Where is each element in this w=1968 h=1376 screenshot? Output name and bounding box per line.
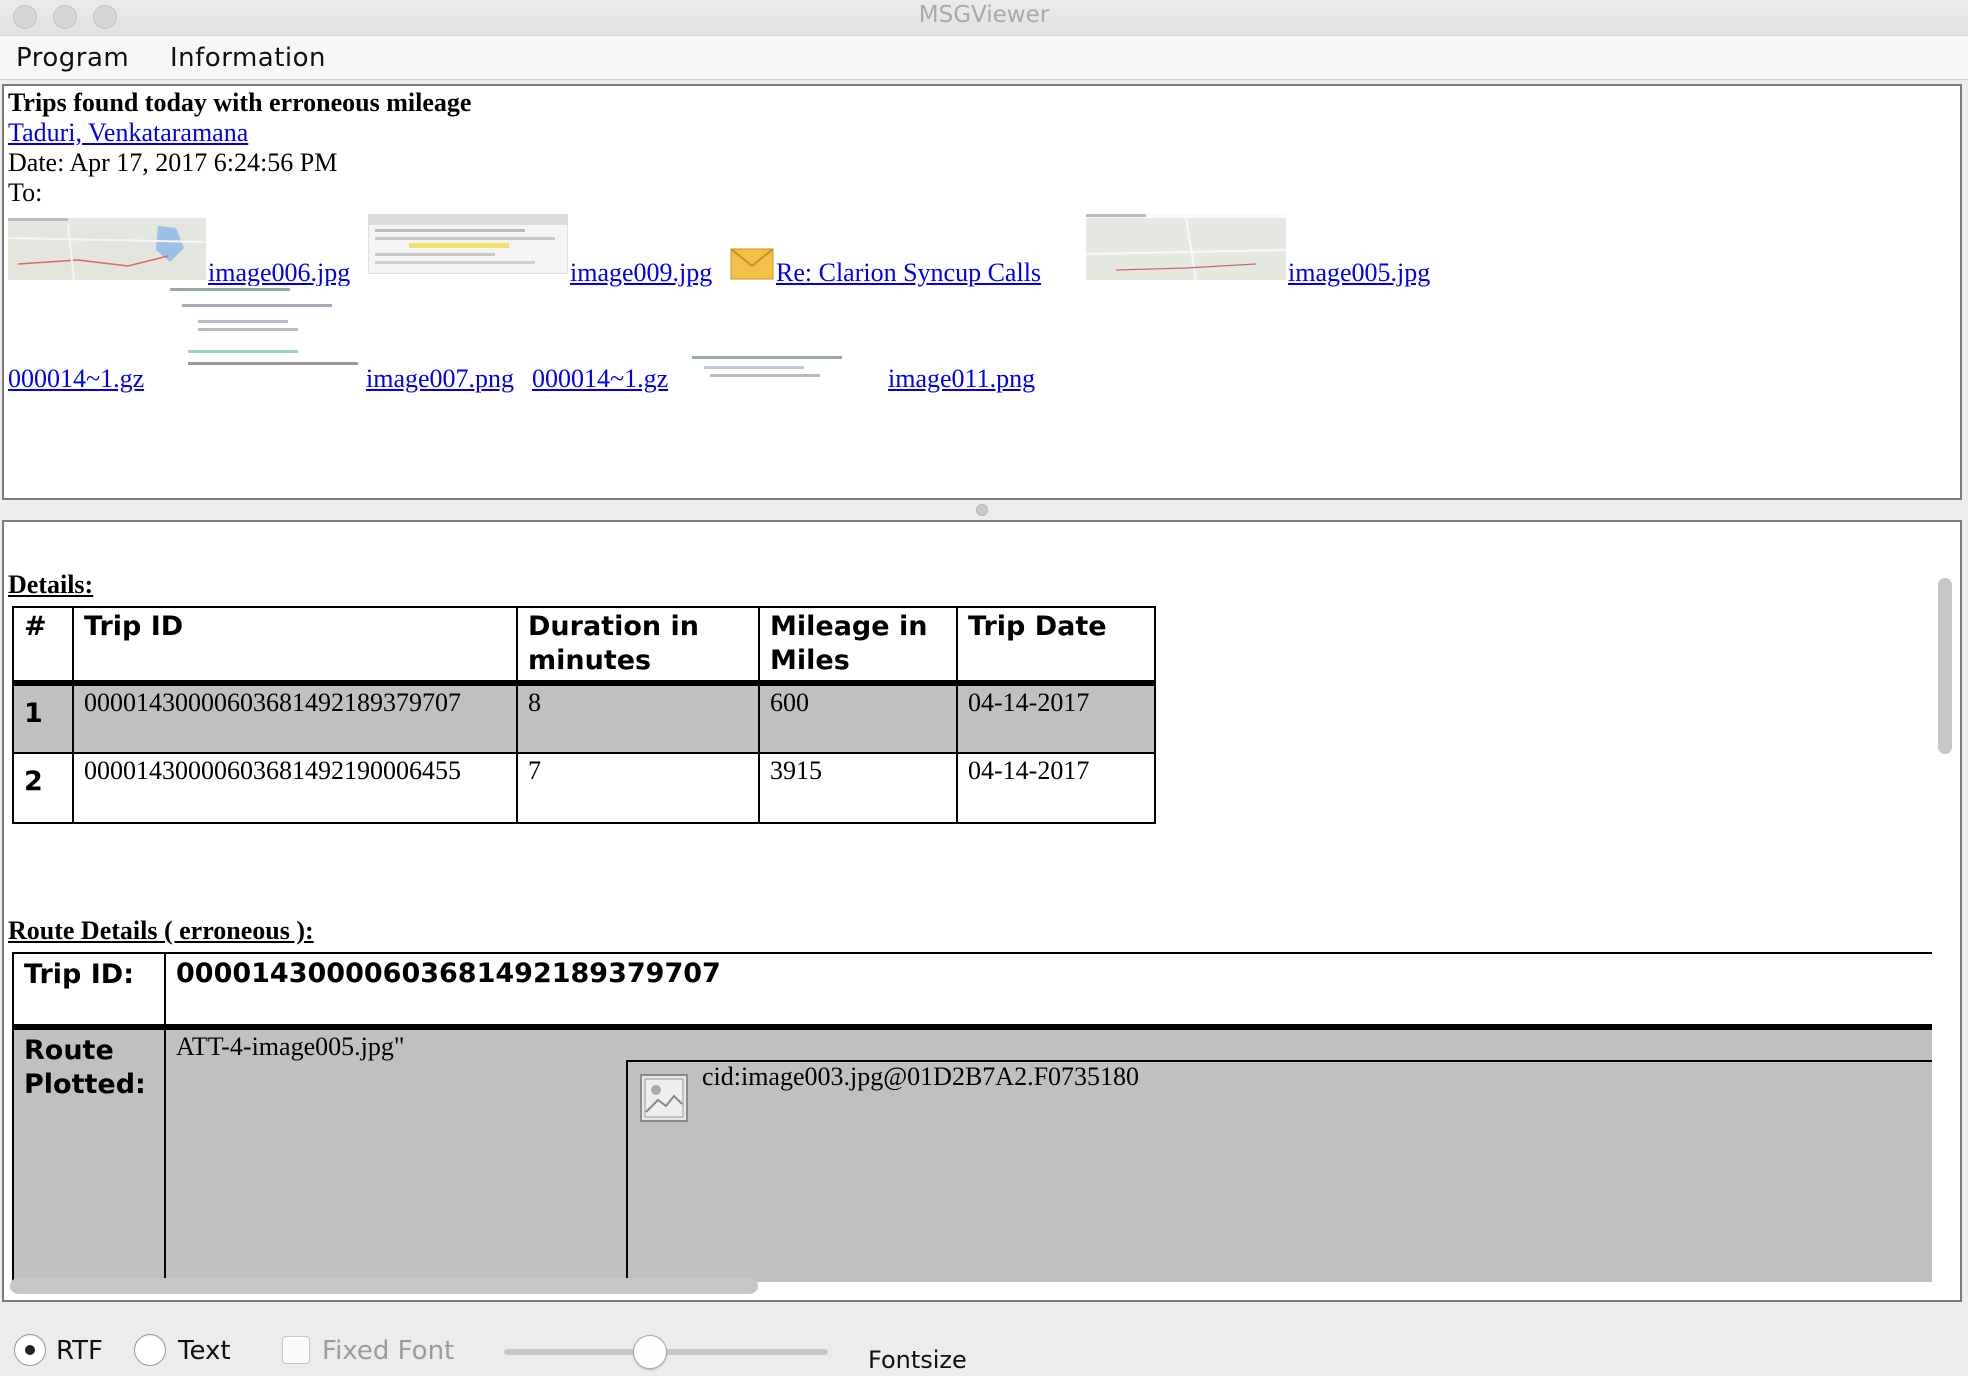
- details-table: # Trip ID Duration in minutes Mileage in…: [12, 606, 1156, 824]
- code-thumbnail-icon[interactable]: [168, 286, 364, 382]
- attachment-link[interactable]: 000014~1.gz: [8, 364, 144, 394]
- vertical-scrollbar[interactable]: [1938, 578, 1952, 754]
- route-plotted-value: ATT-4-image005.jpg": [176, 1032, 405, 1061]
- image-cid-text: cid:image003.jpg@01D2B7A2.F0735180: [702, 1062, 1140, 1091]
- column-header: Duration in minutes: [516, 606, 760, 686]
- title-bar: MSGViewer: [0, 0, 1968, 36]
- message-header-pane: Trips found today with erroneous mileage…: [2, 84, 1962, 500]
- horizontal-scrollbar[interactable]: [10, 1278, 758, 1294]
- attachment-link[interactable]: image005.jpg: [1288, 258, 1430, 288]
- fixed-font-label: Fixed Font: [322, 1336, 455, 1366]
- table-cell: 7: [516, 752, 760, 824]
- table-row: 1 00001430000603681492189379707 8 600 04…: [12, 682, 1156, 754]
- route-details-heading: Route Details ( erroneous ):: [8, 916, 314, 945]
- route-details-table: Trip ID: 00001430000603681492189379707 R…: [12, 952, 1932, 1282]
- menu-information[interactable]: Information: [170, 43, 326, 73]
- map-thumbnail-icon[interactable]: [1086, 214, 1286, 280]
- splitter-handle[interactable]: [976, 504, 988, 516]
- table-cell: 600: [758, 682, 958, 754]
- table-cell: 1: [12, 682, 74, 754]
- rtf-radio[interactable]: [14, 1334, 46, 1366]
- column-header: Mileage in Miles: [758, 606, 958, 686]
- trip-id-value: 00001430000603681492189379707: [176, 958, 721, 989]
- attachment-link[interactable]: image007.png: [366, 364, 514, 394]
- document-thumbnail-icon[interactable]: [368, 214, 568, 274]
- fontsize-label: Fontsize: [868, 1346, 967, 1374]
- column-header: #: [12, 606, 74, 686]
- table-cell: 04-14-2017: [956, 752, 1156, 824]
- fontsize-slider-thumb[interactable]: [632, 1335, 667, 1369]
- table-cell: 00001430000603681492189379707: [72, 682, 518, 754]
- envelope-icon[interactable]: [730, 248, 774, 280]
- column-header: Trip Date: [956, 606, 1156, 686]
- attachment-link[interactable]: image009.jpg: [570, 258, 712, 288]
- fixed-font-checkbox[interactable]: [282, 1336, 310, 1364]
- table-cell: 00001430000603681492190006455: [72, 752, 518, 824]
- table-row: 2 00001430000603681492190006455 7 3915 0…: [12, 752, 1156, 824]
- window-title: MSGViewer: [918, 2, 1050, 28]
- broken-image-icon: [640, 1074, 688, 1122]
- attachment-link[interactable]: Re: Clarion Syncup Calls: [776, 258, 1041, 288]
- rtf-label[interactable]: RTF: [56, 1336, 103, 1366]
- attachment-link[interactable]: 000014~1.gz: [532, 364, 668, 394]
- menu-program[interactable]: Program: [16, 43, 129, 73]
- message-date: Date: Apr 17, 2017 6:24:56 PM: [8, 148, 338, 177]
- text-radio[interactable]: [134, 1334, 166, 1366]
- message-subject: Trips found today with erroneous mileage: [8, 88, 472, 117]
- attachment-link[interactable]: image006.jpg: [208, 258, 350, 288]
- embedded-image-placeholder: cid:image003.jpg@01D2B7A2.F0735180: [626, 1060, 1932, 1282]
- trip-id-label: Trip ID:: [14, 954, 166, 1024]
- sender-link[interactable]: Taduri, Venkataramana: [8, 118, 248, 148]
- column-header: Trip ID: [72, 606, 518, 686]
- view-controls-bar: RTF Text Fixed Font Fontsize: [0, 1304, 1968, 1376]
- menu-bar: Program Information: [0, 36, 1968, 80]
- attachment-link[interactable]: image011.png: [888, 364, 1035, 394]
- details-heading: Details:: [8, 570, 94, 599]
- table-cell: 2: [12, 752, 74, 824]
- message-body-pane: Details: # Trip ID Duration in minutes M…: [2, 520, 1962, 1302]
- text-label[interactable]: Text: [178, 1336, 231, 1366]
- route-plotted-cell: ATT-4-image005.jpg" cid:image003.jpg@01D…: [166, 1030, 1932, 1282]
- message-to: To:: [8, 178, 43, 207]
- table-cell: 3915: [758, 752, 958, 824]
- table-header-row: # Trip ID Duration in minutes Mileage in…: [12, 606, 1156, 686]
- code-thumbnail-icon[interactable]: [690, 354, 886, 388]
- map-thumbnail-icon[interactable]: [8, 218, 206, 280]
- route-plotted-label: Route Plotted:: [14, 1030, 166, 1282]
- table-cell: 04-14-2017: [956, 682, 1156, 754]
- table-cell: 8: [516, 682, 760, 754]
